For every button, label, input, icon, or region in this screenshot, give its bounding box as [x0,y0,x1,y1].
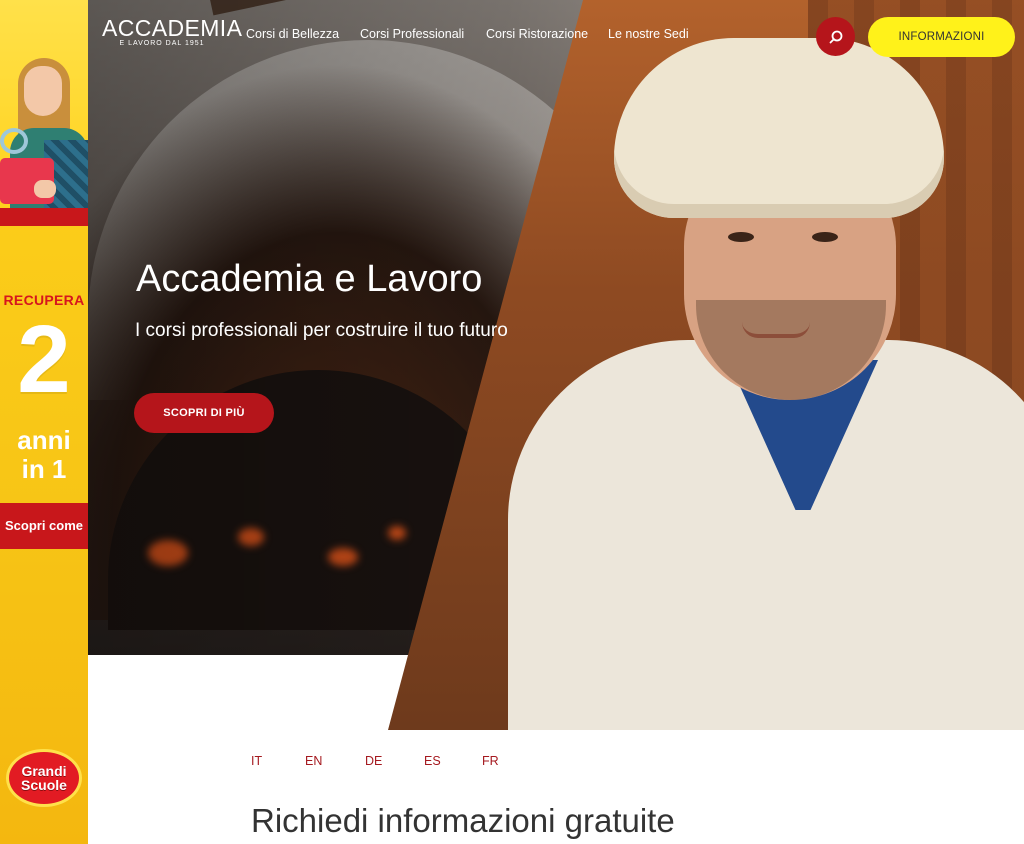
promo-student-photo [0,0,88,210]
lang-en[interactable]: EN [305,754,322,768]
nav-link-corsi-professionali[interactable]: Corsi Professionali [360,27,464,41]
badge-line2: Scuole [21,777,67,793]
hero-banner: Accademia e Lavoro I corsi professionali… [88,0,1024,730]
promo-anni-text: anni in 1 [0,426,88,484]
logo-subtitle: E LAVORO DAL 1951 [119,40,205,47]
hero-subtitle: I corsi professionali per costruire il t… [135,320,508,341]
nav-link-corsi-bellezza[interactable]: Corsi di Bellezza [246,27,339,41]
promo-big-number: 2 [17,306,71,413]
promo-scopri-come-button[interactable]: Scopri come [0,503,88,549]
promo-anni-line2: in 1 [21,454,67,484]
search-button[interactable] [816,17,855,56]
top-navigation: ACCADEMIA E LAVORO DAL 1951 Corsi di Bel… [88,0,1024,72]
accademia-logo[interactable]: ACCADEMIA E LAVORO DAL 1951 [102,15,243,48]
search-icon [829,30,842,43]
informazioni-button[interactable]: INFORMAZIONI [868,17,1015,57]
scopri-di-piu-button[interactable]: SCOPRI DI PIÙ [134,393,274,433]
promo-anni-line1: anni [17,425,71,455]
lang-fr[interactable]: FR [482,754,499,768]
nav-link-corsi-ristorazione[interactable]: Corsi Ristorazione [486,27,588,41]
promo-divider [0,208,88,226]
promo-sidebar[interactable]: RECUPERA 2 anni in 1 Scopri come Grandi … [0,0,88,844]
nav-link-nostre-sedi[interactable]: Le nostre Sedi [608,27,689,41]
badge-line1: Grandi [21,763,67,779]
grandi-scuole-logo[interactable]: Grandi Scuole [6,749,82,807]
logo-title: ACCADEMIA [102,15,243,41]
lang-de[interactable]: DE [365,754,382,768]
hero-title: Accademia e Lavoro [136,258,483,300]
lang-es[interactable]: ES [424,754,441,768]
lang-it[interactable]: IT [251,754,262,768]
form-title: Richiedi informazioni gratuite [251,802,675,839]
